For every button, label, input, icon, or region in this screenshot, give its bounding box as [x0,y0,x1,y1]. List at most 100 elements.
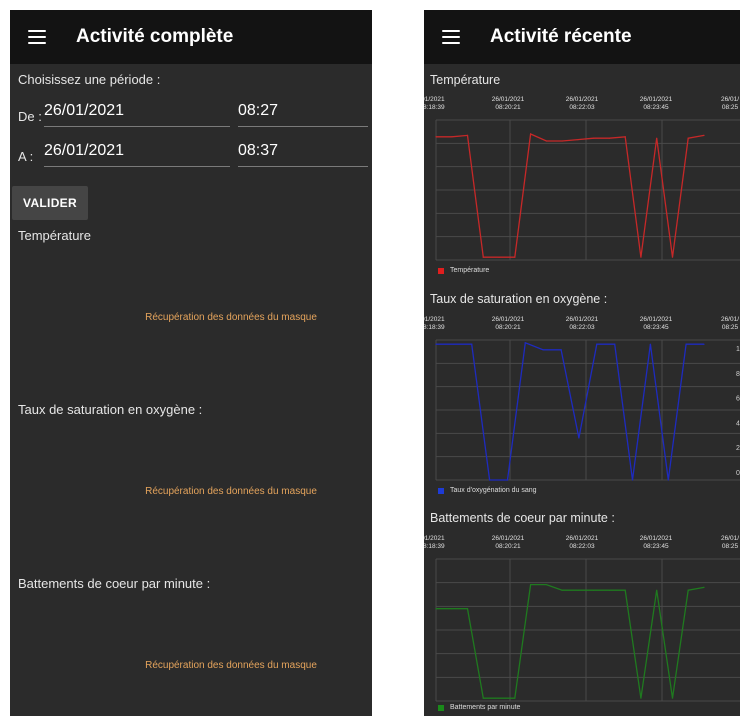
data-point [466,134,469,136]
data-point [542,349,544,351]
to-date-field[interactable]: 26/01/2021 [44,140,230,167]
x-tick-date: 26/01/2021 [492,96,525,103]
from-label: De : [18,109,42,124]
oxygen-chart-title: Taux de saturation en oxygène : [430,292,608,306]
temperature-legend: Température [438,267,489,274]
heart-loading-text: Récupération des données du masque [145,660,317,671]
menu-icon[interactable] [442,30,460,44]
data-point [687,137,689,139]
data-point [453,343,455,345]
data-point [593,589,595,591]
x-tick-time: 08:23:45 [643,104,669,111]
data-point [529,583,532,586]
data-point [498,256,500,258]
x-tick-date: 26/01/2021 [640,96,673,103]
x-tick-time: 08:23:45 [643,324,669,331]
oxygen-section-title: Taux de saturation en oxygène : [18,402,203,417]
data-point [561,140,563,142]
x-tick-time: 08:18:39 [424,324,445,331]
data-point [498,697,500,699]
x-tick-date: 26/01/2021 [566,96,599,103]
data-point [560,349,562,351]
x-tick-time: 08:23:45 [643,543,669,550]
x-tick-date: 26/01/ [721,535,739,542]
recent-activity-screen: Activité récente Température /01/202108:… [424,10,740,716]
data-point [687,589,689,591]
x-tick-date: 26/01/2021 [640,535,673,542]
from-time-field[interactable]: 08:27 [238,100,368,127]
data-point [466,608,469,610]
validate-button[interactable]: VALIDER [12,186,88,220]
data-point [482,256,484,258]
data-point [471,343,473,345]
data-point [451,608,453,610]
app-bar: Activité récente [424,10,740,64]
data-point [577,139,579,141]
data-point [649,343,651,345]
data-point [529,133,532,135]
page-title: Activité récente [490,26,632,47]
oxygen-chart: /01/202108:18:3926/01/202108:20:2126/01/… [424,316,740,481]
data-point [435,136,437,138]
data-point [667,479,669,481]
x-tick-date: 26/01/2021 [566,535,599,542]
data-point [608,137,611,139]
to-label: A : [18,149,34,164]
x-tick-time: 08:22:03 [569,104,595,111]
series-line [436,133,705,258]
x-tick-time: 08:25 [722,543,739,550]
x-tick-date: /01/2021 [424,535,445,542]
complete-activity-screen: Activité complète Choisissez une période… [10,10,372,716]
legend-swatch [438,487,444,494]
data-point [614,343,616,345]
from-date-field[interactable]: 26/01/2021 [44,100,230,127]
data-point [624,136,626,138]
x-tick-time: 08:25 [722,324,739,331]
temperature-section-title: Température [18,228,91,243]
data-point [703,343,705,345]
oxygen-legend: Taux d'oxygénation du sang [438,487,537,494]
data-point [545,140,547,142]
legend-swatch [438,267,444,274]
to-time-field[interactable]: 08:37 [238,140,368,167]
x-tick-date: 26/01/ [721,96,739,103]
data-point [578,437,580,439]
y-tick-label: 6 [736,396,740,403]
temperature-chart: /01/202108:18:3926/01/202108:20:2126/01/… [424,96,740,261]
data-point [703,134,705,136]
legend-label: Battements par minute [450,704,521,711]
x-tick-date: 26/01/2021 [492,535,525,542]
y-tick-label: 8 [736,371,740,378]
x-tick-time: 08:20:21 [495,104,521,111]
x-tick-date: 26/01/2021 [566,316,599,323]
x-tick-time: 08:22:03 [569,324,595,331]
data-point [640,697,642,699]
y-tick-label: 4 [736,420,740,427]
page-title: Activité complète [76,26,234,47]
temperature-loading-text: Récupération des données du masque [145,312,317,323]
heart-legend: Battements par minute [438,704,520,711]
legend-label: Température [450,267,490,274]
y-tick-label: 2 [736,445,740,452]
data-point [631,479,634,481]
menu-icon[interactable] [28,30,46,44]
data-point [524,342,526,344]
data-point [514,256,516,258]
temperature-chart-title: Température [430,73,501,87]
data-point [435,608,437,610]
period-label: Choisissez une période : [18,72,161,87]
x-tick-time: 08:25 [722,104,739,111]
data-point [608,589,611,591]
series-line [436,583,705,699]
x-tick-time: 08:22:03 [569,543,595,550]
data-point [489,479,491,481]
x-tick-date: /01/2021 [424,96,445,103]
data-point [656,137,658,139]
data-point [593,137,595,139]
data-point [545,583,547,586]
data-point [561,589,563,591]
y-tick-label: 0 [736,470,740,477]
data-point [514,697,516,699]
heart-chart-title: Battements de coeur par minute : [430,511,615,525]
heart-chart: /01/202108:18:3926/01/202108:20:2126/01/… [424,535,740,702]
